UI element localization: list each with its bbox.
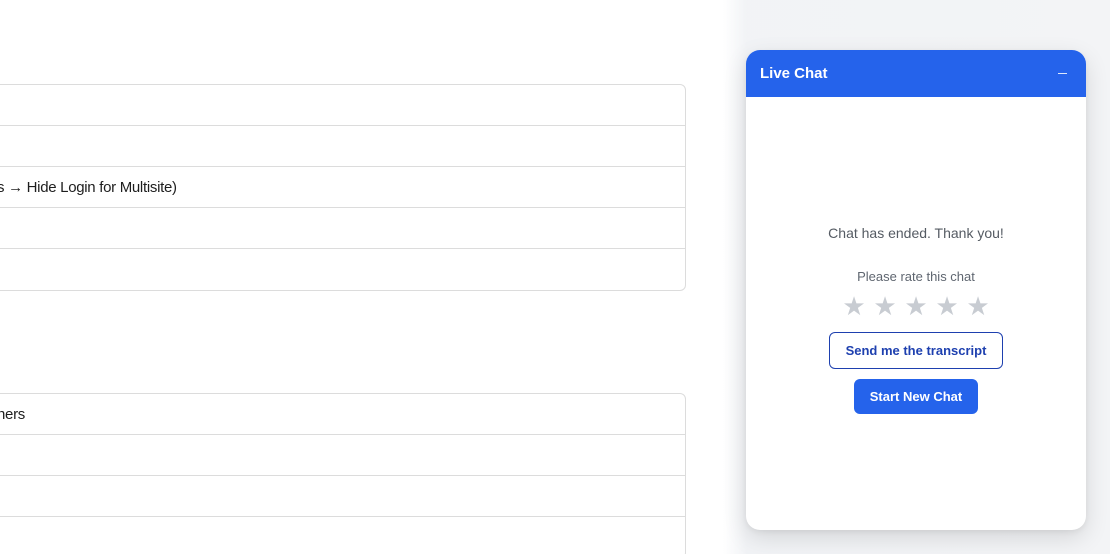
star-icon[interactable]: ★ [842,294,867,320]
table-row [0,476,685,517]
table-row [0,208,685,249]
table-row [0,126,685,167]
table-row-text: ners [0,405,25,423]
chat-header: Live Chat [746,50,1086,97]
star-icon[interactable]: ★ [935,294,960,320]
chat-title: Live Chat [760,65,828,82]
table-row [0,249,685,290]
rate-prompt: Please rate this chat [857,269,975,284]
minimize-icon[interactable] [1052,64,1072,84]
star-icon[interactable]: ★ [904,294,929,320]
settings-table-top: s → Hide Login for Multisite) [0,84,686,291]
table-row-text: s → Hide Login for Multisite) [0,178,177,196]
send-transcript-button[interactable]: Send me the transcript [828,332,1004,369]
table-row [0,435,685,476]
table-row: ners [0,394,685,435]
table-row [0,517,685,554]
start-new-chat-button[interactable]: Start New Chat [853,379,979,414]
star-rating: ★ ★ ★ ★ ★ [842,294,991,320]
star-icon[interactable]: ★ [873,294,898,320]
table-row: s → Hide Login for Multisite) [0,167,685,208]
chat-ended-message: Chat has ended. Thank you! [828,225,1004,241]
settings-table-bottom: ners [0,393,686,554]
star-icon[interactable]: ★ [966,294,991,320]
live-chat-widget: Live Chat Chat has ended. Thank you! Ple… [746,50,1086,530]
chat-body: Chat has ended. Thank you! Please rate t… [746,97,1086,414]
table-row [0,85,685,126]
